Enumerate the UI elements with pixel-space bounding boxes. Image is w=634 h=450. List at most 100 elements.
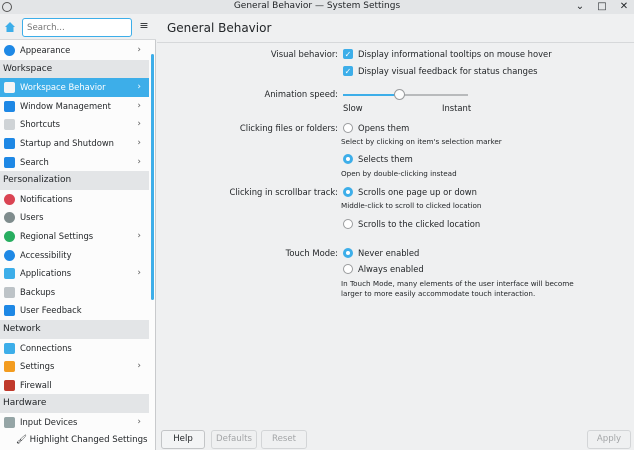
touch-never-label[interactable]: Never enabled	[358, 248, 419, 258]
opens-them-label[interactable]: Opens them	[358, 123, 409, 133]
globe-icon	[4, 230, 15, 242]
scroll-page-radio[interactable]	[343, 187, 353, 197]
sidebar-item-regional-settings[interactable]: Regional Settings ›	[0, 227, 149, 246]
chevron-right-icon: ›	[137, 100, 141, 111]
sidebar-item-input-devices[interactable]: Input Devices ›	[0, 413, 149, 432]
touch-mode-note-line1: In Touch Mode, many elements of the user…	[341, 279, 574, 288]
power-icon	[4, 137, 15, 149]
selects-them-hint: Open by double-clicking instead	[341, 169, 457, 178]
sidebar-item-label: Notifications	[20, 193, 73, 204]
sidebar-item-label: Accessibility	[20, 249, 72, 260]
opens-them-radio[interactable]	[343, 123, 353, 133]
touch-always-radio[interactable]	[343, 264, 353, 274]
scroll-page-label[interactable]: Scrolls one page up or down	[358, 187, 477, 197]
workspace-behavior-icon	[4, 82, 15, 94]
defaults-button[interactable]: Defaults	[211, 430, 257, 449]
sidebar-item-connections[interactable]: Connections	[0, 339, 149, 358]
scroll-clicked-label[interactable]: Scrolls to the clicked location	[358, 219, 480, 229]
sidebar-item-label: Appearance	[20, 45, 71, 55]
section-header-network: Network	[0, 319, 149, 339]
sidebar-item-workspace-behavior[interactable]: Workspace Behavior ›	[0, 78, 149, 97]
sidebar-item-applications[interactable]: Applications ›	[0, 264, 149, 283]
animation-speed-slider-handle[interactable]	[393, 89, 405, 100]
sidebar-scrollbar[interactable]	[151, 54, 154, 300]
highlight-changed-settings-button[interactable]: 🖌 Highlight Changed Settings	[16, 434, 148, 446]
sidebar-item-label: Backups	[20, 286, 56, 297]
window-title: General Behavior — System Settings	[233, 1, 401, 11]
maximize-button[interactable]: □	[594, 0, 610, 14]
input-devices-icon	[4, 416, 15, 428]
sidebar-item-shortcuts[interactable]: Shortcuts ›	[0, 115, 149, 134]
network-icon	[4, 342, 15, 354]
sidebar-item-label: Connections	[20, 342, 72, 353]
sidebar: ≡ Appearance › Workspace Workspace Behav…	[0, 14, 156, 450]
chevron-right-icon: ›	[137, 230, 141, 241]
visual-feedback-option-label[interactable]: Display visual feedback for status chang…	[358, 66, 538, 76]
sidebar-item-label: Workspace Behavior	[20, 82, 106, 93]
close-button[interactable]: ✕	[616, 0, 632, 14]
opens-them-hint: Select by clicking on item's selection m…	[341, 137, 502, 146]
sidebar-item-notifications[interactable]: Notifications	[0, 190, 149, 209]
sidebar-item-label: Applications	[20, 268, 72, 279]
reset-button[interactable]: Reset	[261, 430, 307, 449]
accessibility-icon	[4, 249, 15, 261]
selects-them-label[interactable]: Selects them	[358, 154, 413, 164]
tooltips-option-label[interactable]: Display informational tooltips on mouse …	[358, 49, 552, 59]
highlight-icon: 🖌	[16, 435, 30, 445]
window-management-icon	[4, 100, 15, 112]
sidebar-item-window-management[interactable]: Window Management ›	[0, 97, 149, 116]
appearance-icon	[4, 45, 15, 56]
sidebar-item-firewall[interactable]: Firewall	[0, 376, 149, 395]
visual-feedback-checkbox[interactable]: ✓	[343, 66, 353, 76]
sidebar-item-label: Regional Settings	[20, 230, 94, 241]
sidebar-item-user-feedback[interactable]: User Feedback	[0, 301, 149, 320]
header-divider	[157, 42, 634, 43]
sidebar-item-label: Input Devices	[20, 416, 78, 427]
footer-bar: Help Defaults Reset Apply	[157, 426, 634, 450]
page-title: General Behavior	[167, 21, 272, 35]
sidebar-item-appearance[interactable]: Appearance ›	[0, 41, 149, 60]
sidebar-item-label: User Feedback	[20, 305, 82, 316]
sidebar-item-users[interactable]: Users	[0, 208, 149, 227]
chevron-right-icon: ›	[137, 156, 141, 167]
home-icon[interactable]	[4, 21, 16, 33]
animation-speed-label: Animation speed:	[264, 89, 338, 99]
sidebar-item-label: Firewall	[20, 379, 52, 390]
touch-always-label[interactable]: Always enabled	[358, 264, 424, 274]
tooltips-checkbox[interactable]: ✓	[343, 49, 353, 59]
sidebar-item-label: Search	[20, 156, 49, 167]
touch-never-radio[interactable]	[343, 248, 353, 258]
hamburger-menu-icon[interactable]: ≡	[138, 20, 150, 32]
network-settings-icon	[4, 361, 15, 373]
sidebar-item-accessibility[interactable]: Accessibility	[0, 246, 149, 265]
user-icon	[4, 212, 15, 224]
sidebar-item-label: Users	[20, 212, 44, 223]
touch-mode-note-line2: larger to more easily accommodate touch …	[341, 289, 536, 298]
chevron-right-icon: ›	[137, 137, 141, 148]
notifications-icon	[4, 193, 15, 205]
keyboard-icon	[4, 119, 15, 131]
scroll-clicked-radio[interactable]	[343, 219, 353, 229]
minimize-button[interactable]: ⌄	[572, 0, 588, 14]
sidebar-list: Appearance › Workspace Workspace Behavio…	[0, 41, 149, 431]
sidebar-item-network-settings[interactable]: Settings ›	[0, 357, 149, 376]
sidebar-item-label: Startup and Shutdown	[20, 137, 114, 148]
help-button[interactable]: Help	[161, 430, 205, 449]
selects-them-radio[interactable]	[343, 154, 353, 164]
apply-button[interactable]: Apply	[587, 430, 631, 449]
sidebar-item-search[interactable]: Search ›	[0, 153, 149, 172]
sidebar-item-label: Shortcuts	[20, 119, 61, 130]
chevron-right-icon: ›	[137, 119, 141, 130]
slider-min-label: Slow	[343, 103, 363, 113]
sidebar-header: ≡	[0, 14, 156, 40]
scrollbar-track-label: Clicking in scrollbar track:	[229, 187, 338, 197]
sidebar-item-startup-shutdown[interactable]: Startup and Shutdown ›	[0, 134, 149, 153]
sidebar-item-backups[interactable]: Backups	[0, 283, 149, 302]
animation-speed-slider-fill	[343, 94, 400, 96]
backup-drive-icon	[4, 286, 15, 298]
highlight-button-label: Highlight Changed Settings	[29, 435, 148, 445]
chevron-right-icon: ›	[137, 361, 141, 372]
scroll-page-hint: Middle-click to scroll to clicked locati…	[341, 201, 482, 210]
search-input[interactable]	[22, 18, 132, 37]
section-header-personalization: Personalization	[0, 171, 149, 190]
